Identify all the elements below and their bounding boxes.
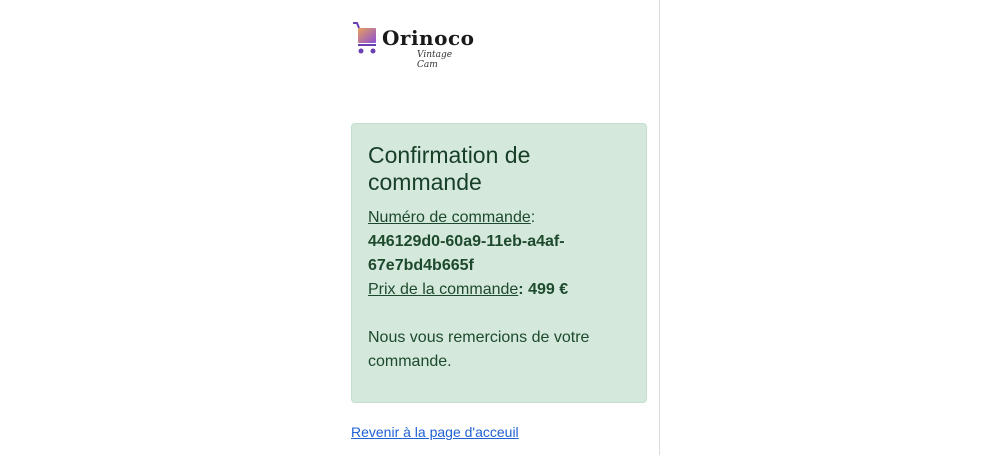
price-row: Prix de la commande: 499 €: [368, 278, 630, 302]
shopping-cart-icon: [353, 22, 376, 54]
confirmation-title: Confirmation de commande: [368, 142, 531, 195]
back-to-home-link[interactable]: Revenir à la page d'acceuil: [351, 424, 519, 440]
price-label: Prix de la commande: [368, 281, 519, 298]
logo-tagline: Vintage Cam: [417, 50, 453, 70]
vertical-divider: [659, 0, 660, 455]
order-number-value: 446129d0-60a9-11eb-a4af-67e7bd4b665f: [368, 233, 565, 274]
order-number-row: Numéro de commande:: [368, 206, 630, 230]
colon: :: [518, 281, 529, 298]
order-confirmation-card: Confirmation de commande Numéro de comma…: [351, 123, 647, 403]
thank-you-message: Nous vous remercions de votre commande.: [368, 329, 590, 370]
price-value: 499 €: [528, 281, 569, 298]
logo-name: Orinoco: [382, 26, 475, 50]
page: Orinoco Vintage Cam Confirmation de comm…: [0, 0, 1000, 455]
logo[interactable]: Orinoco Vintage Cam: [352, 20, 474, 70]
order-number-label: Numéro de commande: [368, 209, 531, 226]
colon: :: [530, 209, 536, 226]
